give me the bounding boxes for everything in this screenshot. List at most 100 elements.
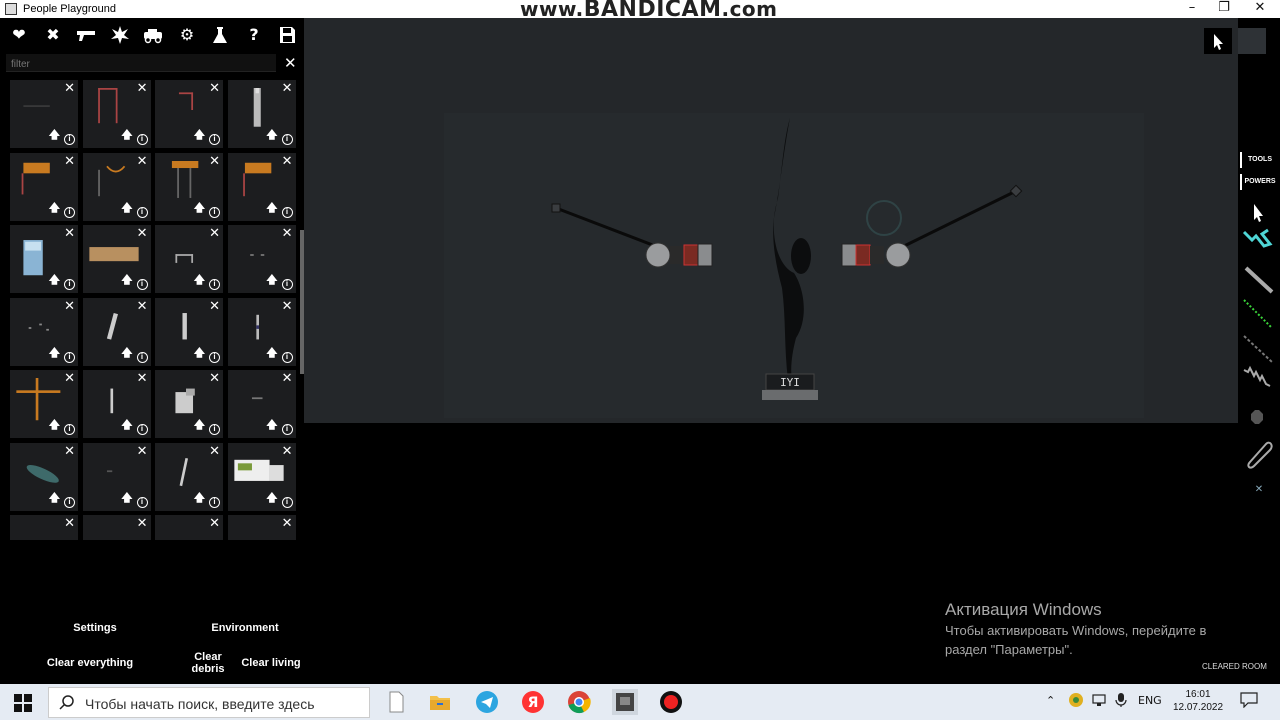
rod-tool-icon[interactable] xyxy=(1244,266,1274,294)
gear-tool-icon[interactable] xyxy=(1251,410,1263,424)
game-icon[interactable] xyxy=(612,689,638,715)
info-icon[interactable]: i xyxy=(281,279,293,290)
spawn-item[interactable]: ✕ 🡅 i xyxy=(82,152,151,221)
chrome-icon[interactable] xyxy=(566,689,592,715)
info-icon[interactable]: i xyxy=(281,496,293,508)
spawn-item[interactable]: ✕🡅i xyxy=(10,152,78,221)
close-icon[interactable]: ✕ xyxy=(137,444,148,459)
close-icon[interactable]: ✕ xyxy=(282,81,293,96)
close-icon[interactable]: ✕ xyxy=(209,154,220,169)
secondary-mode-button[interactable] xyxy=(1238,28,1266,54)
spawn-item[interactable]: ✕🡅i xyxy=(227,515,296,540)
info-icon[interactable]: i xyxy=(136,351,148,363)
spawn-item[interactable]: ✕ 🡅 i xyxy=(155,152,223,221)
spawn-item[interactable]: ✕ 🡅 i xyxy=(10,370,78,438)
info-icon[interactable]: i xyxy=(281,206,293,218)
spawn-item[interactable]: ✕🡅i xyxy=(82,442,151,511)
notifications-icon[interactable] xyxy=(1240,692,1258,711)
spawn-item[interactable]: ✕🡅i xyxy=(227,297,296,366)
upvote-icon[interactable]: 🡅 xyxy=(194,199,205,218)
upvote-icon[interactable]: 🡅 xyxy=(266,126,277,145)
upvote-icon[interactable]: 🡅 xyxy=(121,199,132,218)
upvote-icon[interactable]: 🡅 xyxy=(266,271,277,290)
hook-tool-icon[interactable] xyxy=(1247,441,1273,469)
spawn-item[interactable]: ✕🡅i xyxy=(227,225,296,293)
clear-everything-button[interactable]: Clear everything xyxy=(40,657,140,669)
info-icon[interactable]: i xyxy=(136,424,148,435)
close-icon[interactable]: ✕ xyxy=(209,444,220,459)
info-icon[interactable]: i xyxy=(64,351,75,363)
info-icon[interactable]: i xyxy=(64,279,75,290)
bandicam-record-icon[interactable] xyxy=(658,689,684,715)
info-icon[interactable]: i xyxy=(209,279,220,290)
close-icon[interactable]: ✕ xyxy=(282,516,293,531)
close-icon[interactable]: ✕ xyxy=(137,226,148,241)
info-icon[interactable]: i xyxy=(136,279,148,290)
spawn-item[interactable]: ✕🡅i xyxy=(155,515,223,540)
info-icon[interactable]: i xyxy=(64,496,75,508)
info-icon[interactable]: i xyxy=(209,351,220,363)
close-window-button[interactable]: ✕ xyxy=(1242,0,1278,18)
swords-icon[interactable]: ✖ xyxy=(42,24,64,46)
upvote-icon[interactable]: 🡅 xyxy=(194,416,205,435)
clear-filter-button[interactable]: ✕ xyxy=(284,54,297,72)
spawn-item[interactable]: ✕🡅i xyxy=(10,225,78,293)
environment-button[interactable]: Environment xyxy=(205,622,285,634)
spawn-item[interactable]: ✕🡅i xyxy=(155,225,223,293)
upvote-icon[interactable]: 🡅 xyxy=(266,199,277,218)
explosion-icon[interactable] xyxy=(109,24,131,46)
spawn-item[interactable]: ✕ 🡅 i xyxy=(155,370,223,438)
gun-icon[interactable] xyxy=(75,24,97,46)
info-icon[interactable]: i xyxy=(64,206,75,218)
close-icon[interactable]: ✕ xyxy=(64,371,75,386)
question-icon[interactable]: ? xyxy=(243,24,265,46)
close-icon[interactable]: ✕ xyxy=(137,154,148,169)
info-icon[interactable]: i xyxy=(64,424,75,435)
close-icon[interactable]: ✕ xyxy=(209,371,220,386)
network-icon[interactable] xyxy=(1092,692,1108,711)
info-icon[interactable]: i xyxy=(281,424,293,435)
upvote-icon[interactable]: 🡅 xyxy=(49,344,60,363)
close-icon[interactable]: ✕ xyxy=(282,299,293,314)
spawn-item[interactable]: ✕🡅i xyxy=(10,80,78,148)
close-icon[interactable]: ✕ xyxy=(64,516,75,531)
upvote-icon[interactable]: 🡅 xyxy=(266,489,277,508)
upvote-icon[interactable]: 🡅 xyxy=(194,271,205,290)
spawn-item[interactable]: ✕🡅i xyxy=(155,80,223,148)
energy-tool-icon[interactable] xyxy=(1242,228,1273,248)
upvote-icon[interactable]: 🡅 xyxy=(49,199,60,218)
minimize-button[interactable]: – xyxy=(1174,0,1210,18)
file-icon[interactable] xyxy=(383,689,409,715)
close-icon[interactable]: ✕ xyxy=(64,226,75,241)
tray-app-icon[interactable] xyxy=(1068,692,1084,711)
spawn-item[interactable]: ✕🡅i xyxy=(10,515,78,540)
spawn-item[interactable]: ✕🡅i xyxy=(82,370,151,438)
close-icon[interactable]: ✕ xyxy=(64,81,75,96)
cursor-mode-button[interactable] xyxy=(1204,28,1232,54)
upvote-icon[interactable]: 🡅 xyxy=(121,126,132,145)
sparkle-tool-icon[interactable]: ✕ xyxy=(1255,484,1263,495)
spawn-item[interactable]: ✕🡅i xyxy=(10,442,78,511)
upvote-icon[interactable]: 🡅 xyxy=(49,416,60,435)
spawn-item[interactable]: ✕🡅i xyxy=(227,442,296,511)
spawn-item[interactable]: ✕🡅i xyxy=(227,152,296,221)
info-icon[interactable]: i xyxy=(209,206,220,218)
close-icon[interactable]: ✕ xyxy=(64,299,75,314)
close-icon[interactable]: ✕ xyxy=(209,81,220,96)
tools-tab[interactable]: TOOLS xyxy=(1240,152,1278,168)
upvote-icon[interactable]: 🡅 xyxy=(194,489,205,508)
gear-icon[interactable]: ⚙ xyxy=(176,24,198,46)
close-icon[interactable]: ✕ xyxy=(64,444,75,459)
microphone-icon[interactable] xyxy=(1114,692,1128,711)
upvote-icon[interactable]: 🡅 xyxy=(194,126,205,145)
pointer-tool-icon[interactable] xyxy=(1254,204,1263,222)
info-icon[interactable]: i xyxy=(136,206,148,218)
telegram-icon[interactable] xyxy=(474,689,500,715)
spawn-item[interactable]: ✕🡅i xyxy=(82,515,151,540)
laser-tool-icon[interactable] xyxy=(1243,299,1273,329)
spawn-item[interactable]: ✕🡅i xyxy=(82,297,151,366)
info-icon[interactable]: i xyxy=(136,496,148,508)
info-icon[interactable]: i xyxy=(281,351,293,363)
info-icon[interactable]: i xyxy=(209,424,220,435)
upvote-icon[interactable]: 🡅 xyxy=(49,126,60,145)
